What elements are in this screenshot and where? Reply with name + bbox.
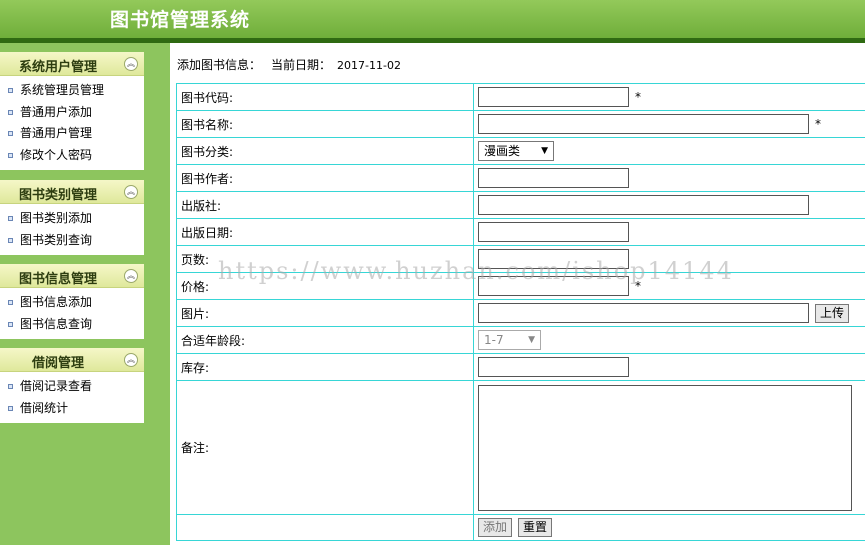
form-row: 库存: — [176, 353, 865, 381]
dropdown-arrow-icon: ▼ — [541, 146, 548, 156]
sidebar-item-user-manage[interactable]: 普通用户管理 — [0, 123, 144, 145]
collapse-icon[interactable]: ︽ — [124, 57, 138, 71]
sidebar-group-system-users: 系统用户管理 ︽ 系统管理员管理 普通用户添加 普通用户管理 修改个人密码 — [0, 52, 144, 170]
upload-button[interactable]: 上传 — [815, 303, 850, 323]
form-row: 图书分类: 漫画类 ▼ — [176, 137, 865, 165]
field-label: 图书作者: — [176, 164, 474, 192]
bullet-icon — [8, 300, 13, 305]
age-range-select[interactable]: 1-7 ▼ — [478, 330, 541, 350]
sidebar-item-user-add[interactable]: 普通用户添加 — [0, 102, 144, 124]
sidebar-group-header[interactable]: 图书信息管理 ︽ — [0, 264, 144, 288]
field-label: 价格: — [176, 272, 474, 300]
form-row: 出版社: — [176, 191, 865, 219]
field-label: 库存: — [176, 353, 474, 381]
field-label: 图书名称: — [176, 110, 474, 138]
form-row: 页数: — [176, 245, 865, 273]
field-label: 页数: — [176, 245, 474, 273]
author-input[interactable] — [478, 168, 629, 188]
form-row: 添加 重置 — [176, 514, 865, 541]
sidebar-item-change-password[interactable]: 修改个人密码 — [0, 145, 144, 167]
book-form: 图书代码: * 图书名称: * 图书分类: 漫画类 ▼ 图书作者: 出版社: 出版… — [176, 83, 865, 541]
form-row: 图书作者: — [176, 164, 865, 192]
sidebar-item-book-add[interactable]: 图书信息添加 — [0, 292, 144, 314]
field-label: 合适年龄段: — [176, 326, 474, 354]
main-content: 添加图书信息： 当前日期： 2017-11-02 图书代码: * 图书名称: * 图… — [170, 43, 865, 545]
price-input[interactable] — [478, 276, 629, 296]
remarks-textarea[interactable] — [478, 384, 852, 511]
form-row: 图书代码: * — [176, 83, 865, 111]
bullet-icon — [8, 216, 13, 221]
book-name-input[interactable] — [478, 114, 809, 134]
date-label: 当前日期： — [271, 58, 332, 72]
sidebar-item-borrow-stats[interactable]: 借阅统计 — [0, 398, 144, 420]
field-label: 出版日期: — [176, 218, 474, 246]
date-value: 2017-11-02 — [337, 59, 401, 72]
field-label: 图书代码: — [176, 83, 474, 111]
bullet-icon — [8, 405, 13, 411]
dropdown-arrow-icon: ▼ — [528, 335, 535, 345]
pages-input[interactable] — [478, 249, 629, 269]
reset-button[interactable]: 重置 — [518, 518, 553, 537]
page-info: 添加图书信息： 当前日期： 2017-11-02 — [177, 56, 401, 73]
field-label: 备注: — [176, 380, 474, 515]
sidebar-group-title: 借阅管理 — [31, 356, 84, 371]
publish-date-input[interactable] — [478, 222, 629, 242]
sidebar-item-admin-manage[interactable]: 系统管理员管理 — [0, 80, 144, 102]
sidebar-group-header[interactable]: 借阅管理 ︽ — [0, 348, 144, 372]
bullet-icon — [8, 88, 13, 93]
field-label: 出版社: — [176, 191, 474, 219]
sidebar: 系统用户管理 ︽ 系统管理员管理 普通用户添加 普通用户管理 修改个人密码 图书… — [0, 43, 170, 545]
collapse-icon[interactable]: ︽ — [124, 269, 138, 283]
bullet-icon — [8, 131, 13, 136]
bullet-icon — [8, 152, 13, 158]
sidebar-item-category-query[interactable]: 图书类别查询 — [0, 230, 144, 252]
collapse-icon[interactable]: ︽ — [124, 353, 138, 367]
form-row: 合适年龄段: 1-7 ▼ — [176, 326, 865, 354]
sidebar-group-title: 图书类别管理 — [18, 188, 97, 203]
sidebar-item-borrow-records[interactable]: 借阅记录查看 — [0, 376, 144, 398]
collapse-icon[interactable]: ︽ — [124, 185, 138, 199]
form-row: 图片: 上传 — [176, 299, 865, 327]
form-row: 图书名称: * — [176, 110, 865, 138]
bullet-icon — [8, 109, 13, 115]
form-row: 备注: — [176, 380, 865, 515]
book-category-select[interactable]: 漫画类 ▼ — [478, 141, 554, 161]
page-title: 添加图书信息： — [177, 58, 262, 72]
required-mark: * — [635, 278, 641, 293]
add-button[interactable]: 添加 — [478, 518, 513, 537]
form-row: 价格: * — [176, 272, 865, 300]
sidebar-group-header[interactable]: 图书类别管理 ︽ — [0, 180, 144, 204]
form-row: 出版日期: — [176, 218, 865, 246]
sidebar-group-borrow: 借阅管理 ︽ 借阅记录查看 借阅统计 — [0, 348, 144, 423]
app-header: 图书馆管理系统 — [0, 0, 865, 38]
field-label: 图书分类: — [176, 137, 474, 165]
field-label: 图片: — [176, 299, 474, 327]
sidebar-item-category-add[interactable]: 图书类别添加 — [0, 208, 144, 230]
bullet-icon — [8, 237, 13, 243]
sidebar-group-header[interactable]: 系统用户管理 ︽ — [0, 52, 144, 76]
sidebar-group-book-category: 图书类别管理 ︽ 图书类别添加 图书类别查询 — [0, 180, 144, 255]
stock-input[interactable] — [478, 357, 629, 377]
sidebar-item-book-query[interactable]: 图书信息查询 — [0, 314, 144, 336]
sidebar-group-title: 图书信息管理 — [18, 272, 97, 287]
required-mark: * — [815, 116, 821, 131]
book-code-input[interactable] — [478, 87, 629, 107]
image-path-input[interactable] — [478, 303, 809, 323]
bullet-icon — [8, 384, 13, 389]
sidebar-group-title: 系统用户管理 — [18, 60, 97, 75]
sidebar-group-book-info: 图书信息管理 ︽ 图书信息添加 图书信息查询 — [0, 264, 144, 339]
publisher-input[interactable] — [478, 195, 809, 215]
bullet-icon — [8, 321, 13, 327]
app-title: 图书馆管理系统 — [110, 9, 251, 31]
required-mark: * — [635, 89, 641, 104]
